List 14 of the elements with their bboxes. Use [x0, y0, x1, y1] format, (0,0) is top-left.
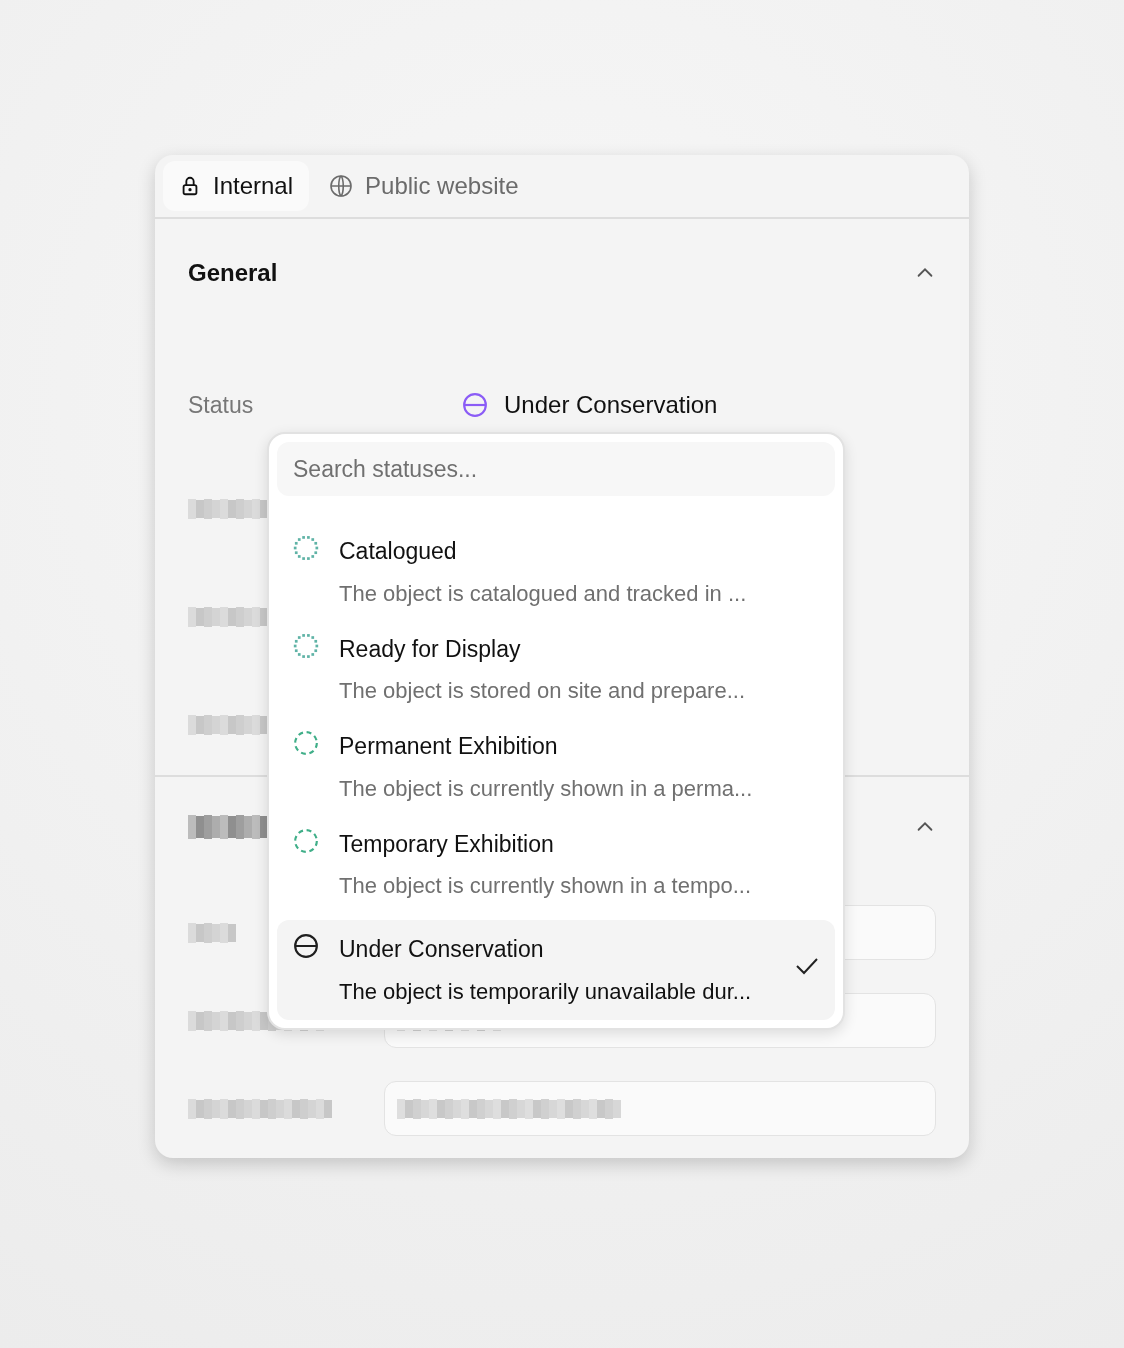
tab[interactable]: Public website: [313, 161, 535, 211]
text-field[interactable]: [384, 1081, 936, 1136]
search-field[interactable]: Search statuses...: [277, 442, 835, 496]
globe-icon: [329, 174, 354, 198]
status-option[interactable]: Permanent Exhibition The object is currently shown in a perma...: [277, 729, 835, 827]
status-option[interactable]: Catalogued The object is catalogued and tracked in ...: [277, 534, 835, 632]
check-icon: [795, 956, 819, 976]
status-option[interactable]: Ready for Display The object is stored on site and prepare...: [277, 631, 835, 729]
pixelated-text-drawing: [188, 922, 236, 943]
field-label: Status: [188, 390, 255, 420]
status-select[interactable]: Under Conservation: [462, 387, 718, 423]
section-title: General: [188, 258, 278, 288]
status-option[interactable]: Under Conservation The object is temporarily unavailable dur...: [277, 920, 835, 1020]
tab[interactable]: Internal: [163, 161, 310, 211]
